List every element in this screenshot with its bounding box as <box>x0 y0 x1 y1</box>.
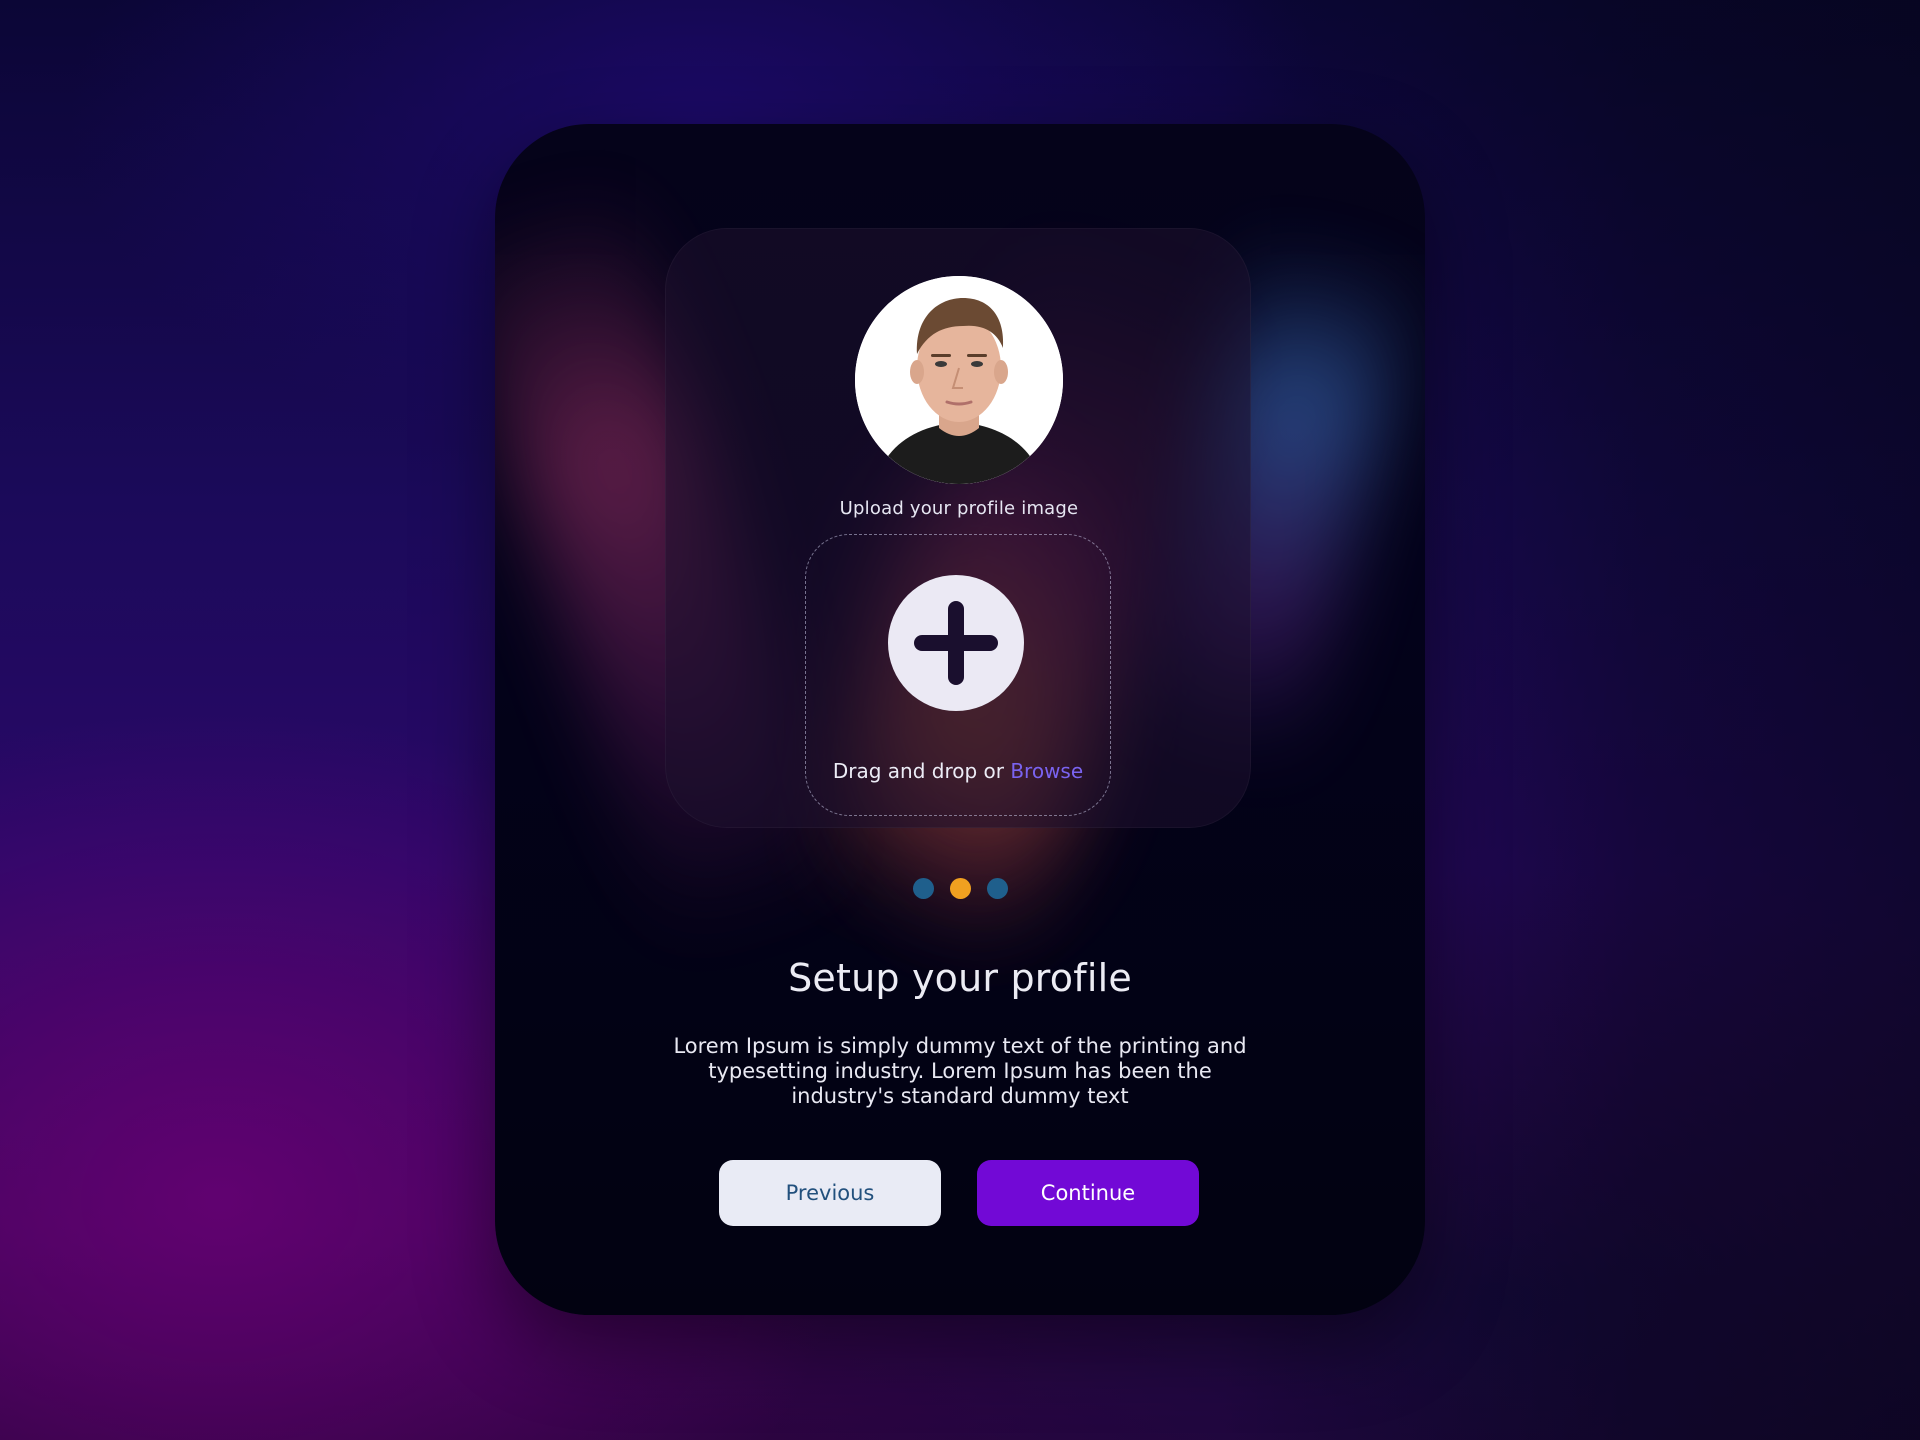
avatar-portrait <box>855 276 1063 484</box>
avatar[interactable] <box>855 276 1063 484</box>
dropzone-text: Drag and drop or Browse <box>806 759 1110 783</box>
pager-dots <box>495 878 1425 900</box>
pager-dot[interactable] <box>986 878 1008 899</box>
add-image-button[interactable] <box>888 575 1024 711</box>
pager-dot[interactable] <box>912 878 934 899</box>
browse-link[interactable]: Browse <box>1010 759 1083 783</box>
profile-setup-card: Upload your profile image Drag and drop … <box>495 124 1425 1315</box>
continue-button[interactable]: Continue <box>977 1160 1199 1226</box>
upload-caption: Upload your profile image <box>839 498 1079 519</box>
drag-and-drop-label: Drag and drop or <box>832 759 1011 783</box>
page-description: Lorem Ipsum is simply dummy text of the … <box>673 1034 1247 1108</box>
file-dropzone[interactable]: Drag and drop or Browse <box>805 534 1111 816</box>
page-title: Setup your profile <box>788 956 1132 1000</box>
pager-dot-active[interactable] <box>949 878 971 899</box>
plus-icon <box>914 601 998 685</box>
previous-button[interactable]: Previous <box>719 1160 941 1226</box>
